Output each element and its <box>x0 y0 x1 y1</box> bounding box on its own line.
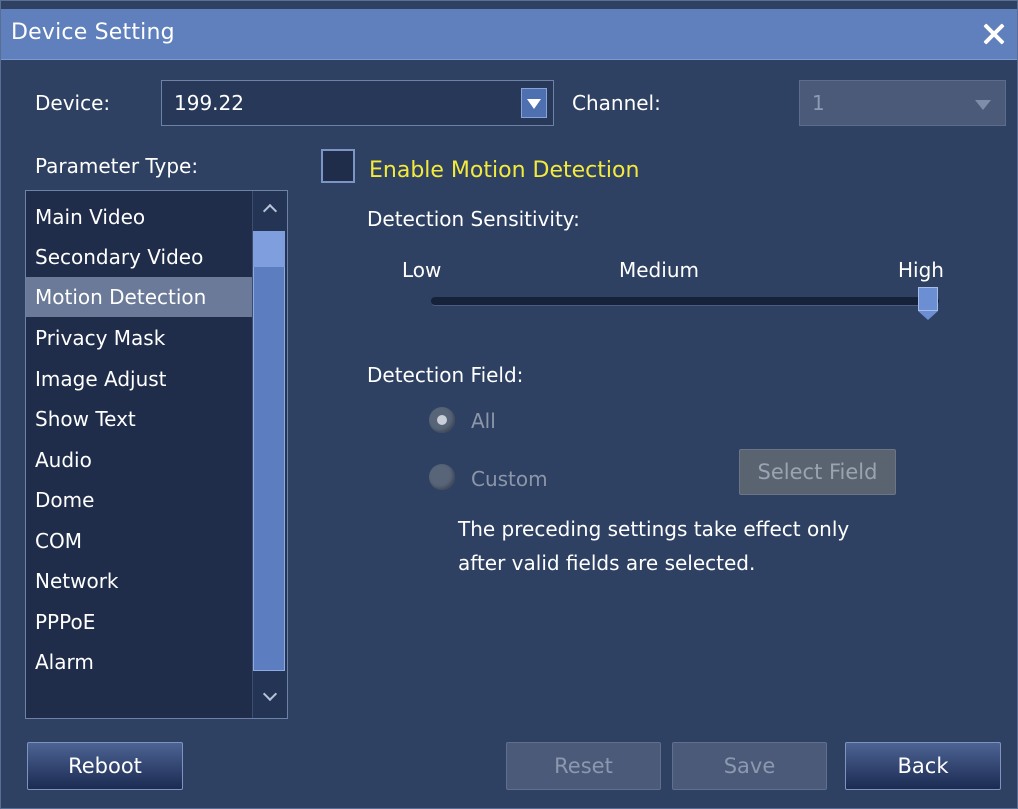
scroll-grip[interactable] <box>253 231 285 267</box>
chevron-down-icon <box>975 100 991 110</box>
note-line-2: after valid fields are selected. <box>458 551 756 575</box>
detection-field-label: Detection Field: <box>367 363 524 387</box>
channel-select[interactable]: 1 <box>799 80 1006 126</box>
list-item-privacy-mask[interactable]: Privacy Mask <box>26 318 252 358</box>
list-item-com[interactable]: COM <box>26 521 252 561</box>
sensitivity-medium-label: Medium <box>619 258 699 282</box>
enable-motion-detection-label: Enable Motion Detection <box>369 158 640 183</box>
chevron-down-icon[interactable] <box>521 88 547 118</box>
list-item-alarm[interactable]: Alarm <box>26 642 252 682</box>
sensitivity-slider-thumb[interactable] <box>918 287 938 321</box>
list-scrollbar[interactable] <box>252 191 287 718</box>
sensitivity-low-label: Low <box>402 258 442 282</box>
sensitivity-slider[interactable] <box>431 297 939 306</box>
select-field-button[interactable]: Select Field <box>739 449 896 495</box>
device-select[interactable]: 199.22 <box>161 80 554 126</box>
list-item-dome[interactable]: Dome <box>26 480 252 520</box>
device-setting-dialog: Device Setting Device: 199.22 Channel: 1… <box>0 0 1018 809</box>
reset-button[interactable]: Reset <box>506 742 661 790</box>
radio-custom[interactable] <box>429 464 455 490</box>
scroll-thumb[interactable] <box>253 231 285 671</box>
list-item-secondary-video[interactable]: Secondary Video <box>26 237 252 277</box>
radio-custom-label: Custom <box>471 467 548 491</box>
chevron-down-icon[interactable] <box>257 686 283 710</box>
list-item-network[interactable]: Network <box>26 561 252 601</box>
list-item-main-video[interactable]: Main Video <box>26 197 252 237</box>
save-button[interactable]: Save <box>672 742 827 790</box>
detection-sensitivity-label: Detection Sensitivity: <box>367 207 580 231</box>
sensitivity-high-label: High <box>898 258 944 282</box>
channel-value: 1 <box>812 91 825 115</box>
close-icon[interactable] <box>977 17 1011 51</box>
radio-all-label: All <box>471 409 496 433</box>
parameter-type-label: Parameter Type: <box>35 154 199 178</box>
chevron-up-icon[interactable] <box>257 197 283 221</box>
radio-all[interactable] <box>429 407 455 433</box>
title-bar: Device Setting <box>1 9 1017 60</box>
back-button[interactable]: Back <box>845 742 1001 790</box>
list-item-pppoe[interactable]: PPPoE <box>26 602 252 642</box>
parameter-type-list[interactable]: Main Video Secondary Video Motion Detect… <box>25 190 288 719</box>
enable-motion-detection-checkbox[interactable] <box>321 149 355 183</box>
device-label: Device: <box>35 91 111 115</box>
channel-label: Channel: <box>572 91 661 115</box>
list-item-motion-detection[interactable]: Motion Detection <box>26 277 252 317</box>
list-item-show-text[interactable]: Show Text <box>26 399 252 439</box>
list-item-image-adjust[interactable]: Image Adjust <box>26 359 252 399</box>
list-item-audio[interactable]: Audio <box>26 440 252 480</box>
note-line-1: The preceding settings take effect only <box>458 517 850 541</box>
device-value: 199.22 <box>174 91 244 115</box>
window-title: Device Setting <box>11 20 175 45</box>
reboot-button[interactable]: Reboot <box>27 742 183 790</box>
